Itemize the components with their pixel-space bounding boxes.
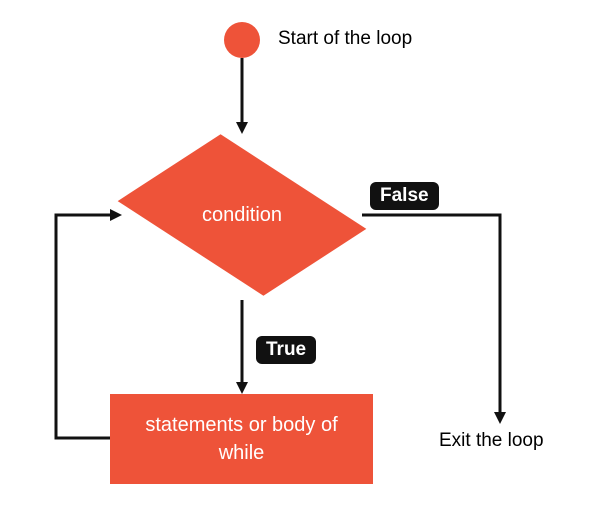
- condition-text: condition: [202, 204, 282, 227]
- arrow-loop-back: [0, 0, 606, 531]
